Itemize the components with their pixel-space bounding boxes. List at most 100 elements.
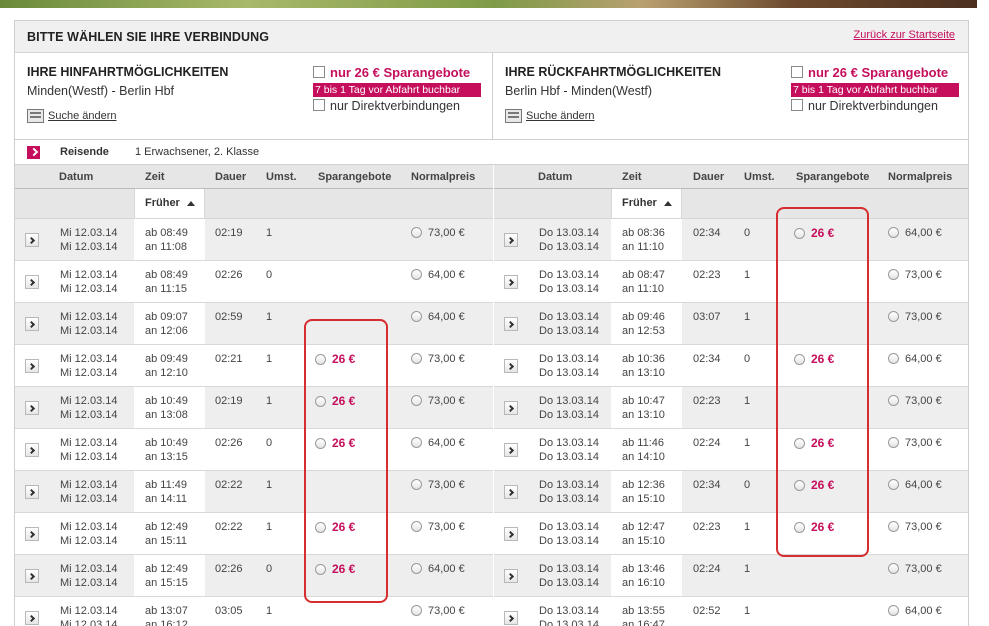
normal-price-option[interactable]: 64,00 € <box>888 226 942 240</box>
table-row[interactable]: Mi 12.03.14 Mi 12.03.14 ab 08:49 an 11:08 02… <box>15 219 493 261</box>
normal-price-option[interactable]: 64,00 € <box>888 478 942 492</box>
sparangebot-option[interactable]: 26 € <box>794 520 834 535</box>
normal-price-radio[interactable] <box>411 227 422 238</box>
expand-row-icon[interactable] <box>25 569 39 583</box>
table-row[interactable]: Do 13.03.14 Do 13.03.14 ab 09:46 an 12:53 03… <box>494 303 968 345</box>
expand-row-icon[interactable] <box>504 401 518 415</box>
normal-price-radio[interactable] <box>411 437 422 448</box>
change-search-link[interactable]: Suche ändern <box>48 110 117 122</box>
table-row[interactable]: Do 13.03.14 Do 13.03.14 ab 10:47 an 13:10 02… <box>494 387 968 429</box>
expand-row-icon[interactable] <box>25 401 39 415</box>
expand-row-icon[interactable] <box>504 485 518 499</box>
normal-price-option[interactable]: 73,00 € <box>888 436 942 450</box>
normal-price-option[interactable]: 73,00 € <box>888 394 942 408</box>
normal-price-option[interactable]: 64,00 € <box>411 268 465 282</box>
sparangebote-checkbox[interactable] <box>791 66 803 78</box>
earlier-button[interactable]: Früher <box>611 189 682 218</box>
normal-price-radio[interactable] <box>411 521 422 532</box>
normal-price-option[interactable]: 73,00 € <box>411 520 465 534</box>
expand-row-icon[interactable] <box>504 317 518 331</box>
normal-price-option[interactable]: 73,00 € <box>411 352 465 366</box>
earlier-button[interactable]: Früher <box>134 189 205 218</box>
expand-row-icon[interactable] <box>25 485 39 499</box>
normal-price-radio[interactable] <box>411 311 422 322</box>
direct-checkbox[interactable] <box>791 99 803 111</box>
chevron-right-icon[interactable] <box>27 146 40 159</box>
sparangebot-radio[interactable] <box>794 438 805 449</box>
expand-row-icon[interactable] <box>504 569 518 583</box>
normal-price-radio[interactable] <box>888 605 899 616</box>
sparangebot-radio[interactable] <box>794 480 805 491</box>
table-row[interactable]: Mi 12.03.14 Mi 12.03.14 ab 08:49 an 11:15 02… <box>15 261 493 303</box>
sparangebot-radio[interactable] <box>315 354 326 365</box>
normal-price-option[interactable]: 73,00 € <box>888 268 942 282</box>
expand-row-icon[interactable] <box>504 275 518 289</box>
table-row[interactable]: Do 13.03.14 Do 13.03.14 ab 08:47 an 11:10 02… <box>494 261 968 303</box>
table-row[interactable]: Do 13.03.14 Do 13.03.14 ab 08:36 an 11:10 02… <box>494 219 968 261</box>
table-row[interactable]: Do 13.03.14 Do 13.03.14 ab 13:55 an 16:47 02… <box>494 597 968 626</box>
expand-row-icon[interactable] <box>504 233 518 247</box>
expand-row-icon[interactable] <box>25 527 39 541</box>
outbound-change-search[interactable]: Suche ändern <box>27 109 117 123</box>
back-to-start-link[interactable]: Zurück zur Startseite <box>854 29 955 41</box>
normal-price-radio[interactable] <box>888 227 899 238</box>
normal-price-option[interactable]: 73,00 € <box>411 478 465 492</box>
table-row[interactable]: Mi 12.03.14 Mi 12.03.14 ab 10:49 an 13:15 02… <box>15 429 493 471</box>
expand-row-icon[interactable] <box>25 443 39 457</box>
table-row[interactable]: Mi 12.03.14 Mi 12.03.14 ab 09:07 an 12:06 02… <box>15 303 493 345</box>
sparangebot-option[interactable]: 26 € <box>315 436 355 451</box>
table-row[interactable]: Mi 12.03.14 Mi 12.03.14 ab 10:49 an 13:08 02… <box>15 387 493 429</box>
normal-price-radio[interactable] <box>888 353 899 364</box>
sparangebot-option[interactable]: 26 € <box>315 562 355 577</box>
normal-price-option[interactable]: 64,00 € <box>888 604 942 618</box>
travellers-row[interactable]: Reisende 1 Erwachsener, 2. Klasse <box>15 139 968 165</box>
return-direct-option[interactable]: nur Direktverbindungen <box>791 99 961 113</box>
expand-row-icon[interactable] <box>504 359 518 373</box>
direct-checkbox[interactable] <box>313 99 325 111</box>
expand-row-icon[interactable] <box>25 359 39 373</box>
normal-price-radio[interactable] <box>888 479 899 490</box>
sparangebot-option[interactable]: 26 € <box>794 352 834 367</box>
normal-price-radio[interactable] <box>888 437 899 448</box>
sparangebot-option[interactable]: 26 € <box>794 436 834 451</box>
table-row[interactable]: Mi 12.03.14 Mi 12.03.14 ab 13:07 an 16:12 03… <box>15 597 493 626</box>
normal-price-option[interactable]: 73,00 € <box>411 394 465 408</box>
return-sparangebote-option[interactable]: nur 26 € Sparangebote <box>791 65 961 80</box>
table-row[interactable]: Do 13.03.14 Do 13.03.14 ab 10:36 an 13:10 02… <box>494 345 968 387</box>
sparangebote-checkbox[interactable] <box>313 66 325 78</box>
normal-price-radio[interactable] <box>411 269 422 280</box>
normal-price-radio[interactable] <box>888 521 899 532</box>
normal-price-radio[interactable] <box>888 311 899 322</box>
sparangebot-radio[interactable] <box>315 522 326 533</box>
table-row[interactable]: Mi 12.03.14 Mi 12.03.14 ab 09:49 an 12:10 02… <box>15 345 493 387</box>
normal-price-option[interactable]: 73,00 € <box>888 520 942 534</box>
table-row[interactable]: Mi 12.03.14 Mi 12.03.14 ab 12:49 an 15:15 02… <box>15 555 493 597</box>
return-change-search[interactable]: Suche ändern <box>505 109 595 123</box>
table-row[interactable]: Mi 12.03.14 Mi 12.03.14 ab 11:49 an 14:11 02… <box>15 471 493 513</box>
normal-price-radio[interactable] <box>411 605 422 616</box>
expand-row-icon[interactable] <box>25 317 39 331</box>
normal-price-option[interactable]: 64,00 € <box>411 310 465 324</box>
sparangebot-option[interactable]: 26 € <box>315 520 355 535</box>
sparangebot-option[interactable]: 26 € <box>794 478 834 493</box>
normal-price-radio[interactable] <box>888 563 899 574</box>
expand-row-icon[interactable] <box>504 611 518 625</box>
normal-price-radio[interactable] <box>411 479 422 490</box>
table-row[interactable]: Do 13.03.14 Do 13.03.14 ab 11:46 an 14:10 02… <box>494 429 968 471</box>
table-row[interactable]: Do 13.03.14 Do 13.03.14 ab 12:36 an 15:10 02… <box>494 471 968 513</box>
change-search-link[interactable]: Suche ändern <box>526 110 595 122</box>
sparangebot-radio[interactable] <box>794 228 805 239</box>
expand-row-icon[interactable] <box>25 275 39 289</box>
normal-price-option[interactable]: 73,00 € <box>411 604 465 618</box>
sparangebot-radio[interactable] <box>794 354 805 365</box>
sparangebot-radio[interactable] <box>315 438 326 449</box>
sparangebot-option[interactable]: 26 € <box>315 394 355 409</box>
sparangebot-radio[interactable] <box>315 564 326 575</box>
normal-price-option[interactable]: 73,00 € <box>888 562 942 576</box>
normal-price-option[interactable]: 64,00 € <box>888 352 942 366</box>
sparangebot-option[interactable]: 26 € <box>315 352 355 367</box>
normal-price-option[interactable]: 64,00 € <box>411 436 465 450</box>
sparangebot-radio[interactable] <box>315 396 326 407</box>
sparangebot-option[interactable]: 26 € <box>794 226 834 241</box>
sparangebot-radio[interactable] <box>794 522 805 533</box>
